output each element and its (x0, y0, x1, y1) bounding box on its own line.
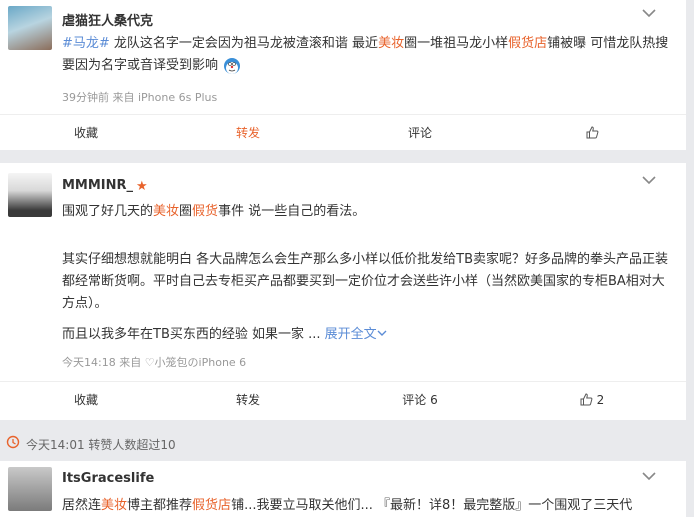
vip-star-icon: ★ (136, 179, 148, 194)
chevron-down-icon[interactable] (642, 471, 656, 481)
fire-icon (6, 435, 20, 449)
highlight-keyword: 假货 (192, 204, 219, 219)
post-meta: 今天14:18 来自 ♡小笼包のiPhone 6 (62, 356, 247, 369)
post-text: 居然连美妆博主都推荐假货店铺...我要立马取关他们... 『最新！详8！最完整版… (62, 498, 633, 513)
avatar[interactable] (8, 173, 52, 217)
chevron-down-icon[interactable] (642, 175, 656, 185)
highlight-keyword: 美妆 (101, 498, 128, 513)
avatar[interactable] (8, 6, 52, 50)
post-meta: 39分钟前 来自 iPhone 6s Plus (62, 91, 218, 104)
like-count: 2 (596, 393, 605, 407)
weibo-post-3: ItsGraceslife 居然连美妆博主都推荐假货店铺...我要立马取关他们.… (0, 461, 686, 517)
weibo-post-1: 虐猫狂人桑代克 #马龙# 龙队这名字一定会因为祖马龙被渣滚和谐 最近美妆圈一堆祖… (0, 0, 686, 150)
username[interactable]: ItsGraceslife (62, 471, 154, 486)
highlight-keyword: 美妆 (153, 204, 180, 219)
collect-button[interactable]: 收藏 (0, 115, 172, 151)
username[interactable]: 虐猫狂人桑代克 (62, 10, 153, 29)
topic-tag[interactable]: #马龙# (62, 36, 110, 51)
like-button[interactable]: 2 (506, 382, 678, 418)
post-text-line1: 围观了好几天的美妆圈假货事件 说一些自己的看法。 (62, 204, 366, 219)
like-button[interactable] (506, 115, 678, 151)
thumbs-up-icon (580, 393, 593, 406)
chevron-down-icon (377, 330, 387, 336)
notice-text: 今天14:01 转赞人数超过10 (26, 438, 176, 452)
comment-button[interactable]: 评论 6 (334, 382, 506, 418)
post-text-paragraph: 其实仔细想想就能明白 各大品牌怎么会生产那么多小样以低价批发给TB卖家呢？好多品… (62, 252, 668, 311)
repost-button[interactable]: 转发 (162, 115, 334, 151)
repost-button[interactable]: 转发 (162, 382, 334, 418)
emoji-icon (224, 57, 241, 74)
collect-button[interactable]: 收藏 (0, 382, 172, 418)
chevron-down-icon[interactable] (642, 8, 656, 18)
post-text: #马龙# 龙队这名字一定会因为祖马龙被渣滚和谐 最近美妆圈一堆祖马龙小样假货店铺… (62, 36, 669, 74)
action-bar: 收藏 转发 评论 (0, 114, 686, 151)
weibo-post-2: MMMINR_ 围观了好几天的美妆圈假货事件 说一些自己的看法。 其实仔细想想就… (0, 163, 686, 420)
avatar[interactable] (8, 467, 52, 511)
action-bar: 收藏 转发 评论 6 2 (0, 381, 686, 418)
hot-notice-bar: 今天14:01 转赞人数超过10 (0, 428, 686, 458)
thumbs-up-icon (586, 126, 598, 139)
highlight-keyword: 假货店 (192, 498, 232, 513)
highlight-keyword: 假货店 (508, 36, 548, 51)
username[interactable]: MMMINR_ (62, 178, 133, 193)
post-text-paragraph: 而且以我多年在TB买东西的经验 如果一家 ... 展开全文 (62, 324, 672, 346)
expand-link[interactable]: 展开全文 (325, 327, 387, 342)
comment-button[interactable]: 评论 (334, 115, 506, 151)
highlight-keyword: 美妆 (378, 36, 405, 51)
